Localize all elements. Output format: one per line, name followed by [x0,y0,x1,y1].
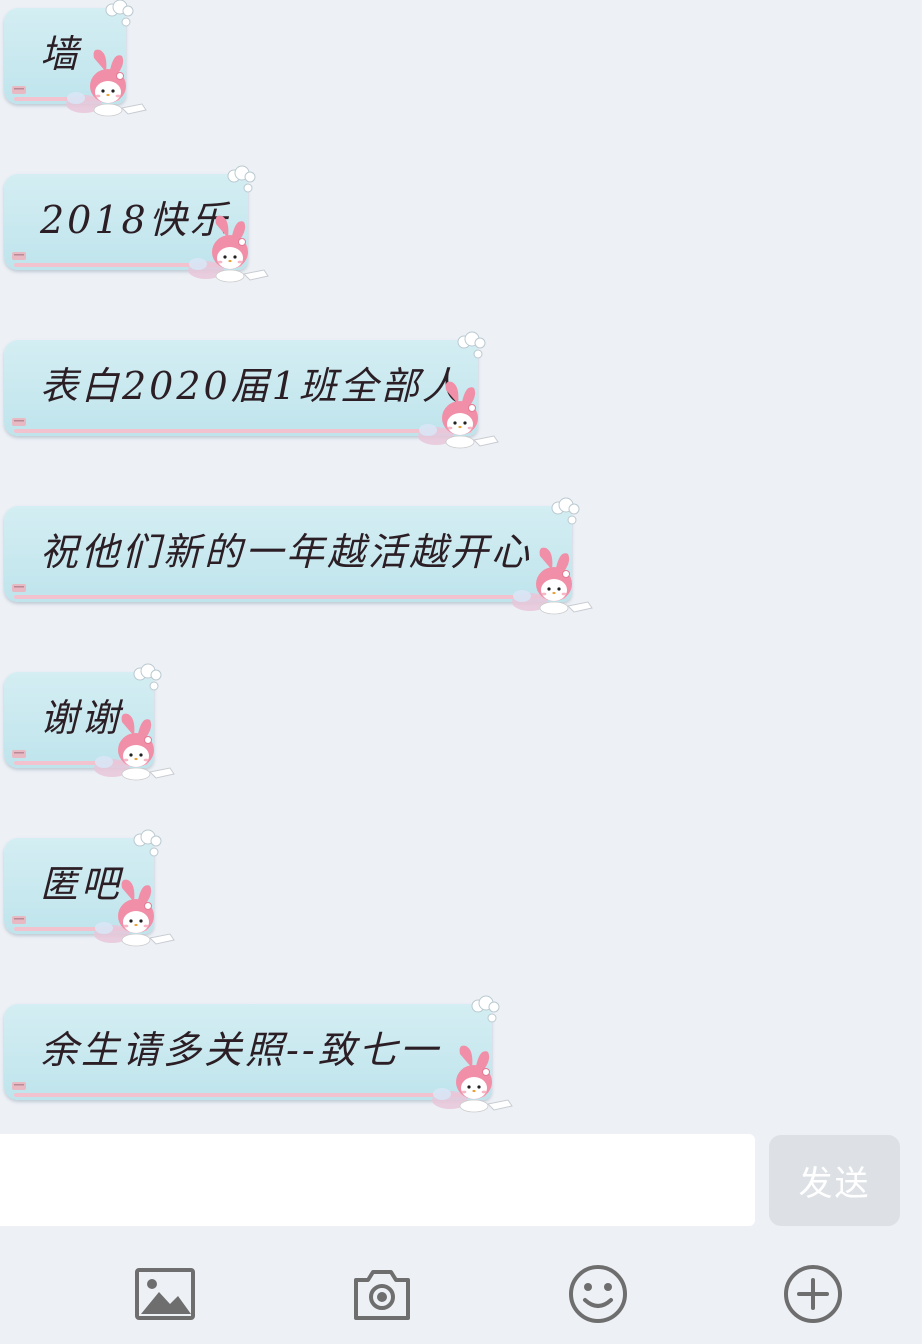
chat-message[interactable]: 祝他们新的一年越活越开心 [4,497,602,615]
cloud-icon [133,663,162,691]
input-bar: 发送 [0,1134,922,1228]
bunny-character-icon [512,547,593,615]
bubble-corner-icon [12,750,26,758]
chat-message[interactable]: 匿吧 [4,829,184,947]
bottom-toolbar [0,1244,922,1344]
send-button[interactable]: 发送 [769,1135,900,1226]
plus-icon[interactable] [781,1262,845,1326]
chat-message[interactable]: 余生请多关照--致七一 [4,995,522,1113]
message-input[interactable] [0,1134,755,1226]
bunny-character-icon [66,49,147,117]
chat-message[interactable]: 谢谢 [4,663,184,781]
message-bubble: 余生请多关照--致七一 [4,1004,492,1100]
cloud-icon [105,0,134,27]
cloud-icon [227,165,256,193]
bunny-character-icon [418,381,499,449]
chat-message[interactable]: 表白2020届1班全部人 [4,331,508,449]
bunny-character-icon [94,713,175,781]
bunny-character-icon [432,1045,513,1113]
chat-message[interactable]: 墙 [4,0,156,117]
bubble-corner-icon [12,86,26,94]
message-text: 表白2020届1班全部人 [40,364,463,408]
chat-message[interactable]: 2018快乐 [4,165,278,283]
image-icon[interactable] [133,1262,197,1326]
bubble-corner-icon [12,1082,26,1090]
cloud-icon [457,331,486,359]
cloud-icon [471,995,500,1023]
bubble-corner-icon [12,584,26,592]
cloud-icon [133,829,162,857]
bunny-character-icon [94,879,175,947]
message-text: 祝他们新的一年越活越开心 [40,530,533,574]
bubble-corner-icon [12,916,26,924]
message-bubble: 祝他们新的一年越活越开心 [4,506,572,602]
chat-message-list[interactable]: 墙 2018快乐表白2020届1班全部人祝他们新的一年越活越开心谢谢匿吧余生请多关… [0,0,922,1130]
camera-icon[interactable] [350,1262,414,1326]
cloud-icon [551,497,580,525]
bubble-corner-icon [12,252,26,260]
bubble-corner-icon [12,418,26,426]
emoji-icon[interactable] [566,1262,630,1326]
message-text: 余生请多关照--致七一 [40,1028,441,1072]
message-bubble: 表白2020届1班全部人 [4,340,478,436]
bunny-character-icon [188,215,269,283]
